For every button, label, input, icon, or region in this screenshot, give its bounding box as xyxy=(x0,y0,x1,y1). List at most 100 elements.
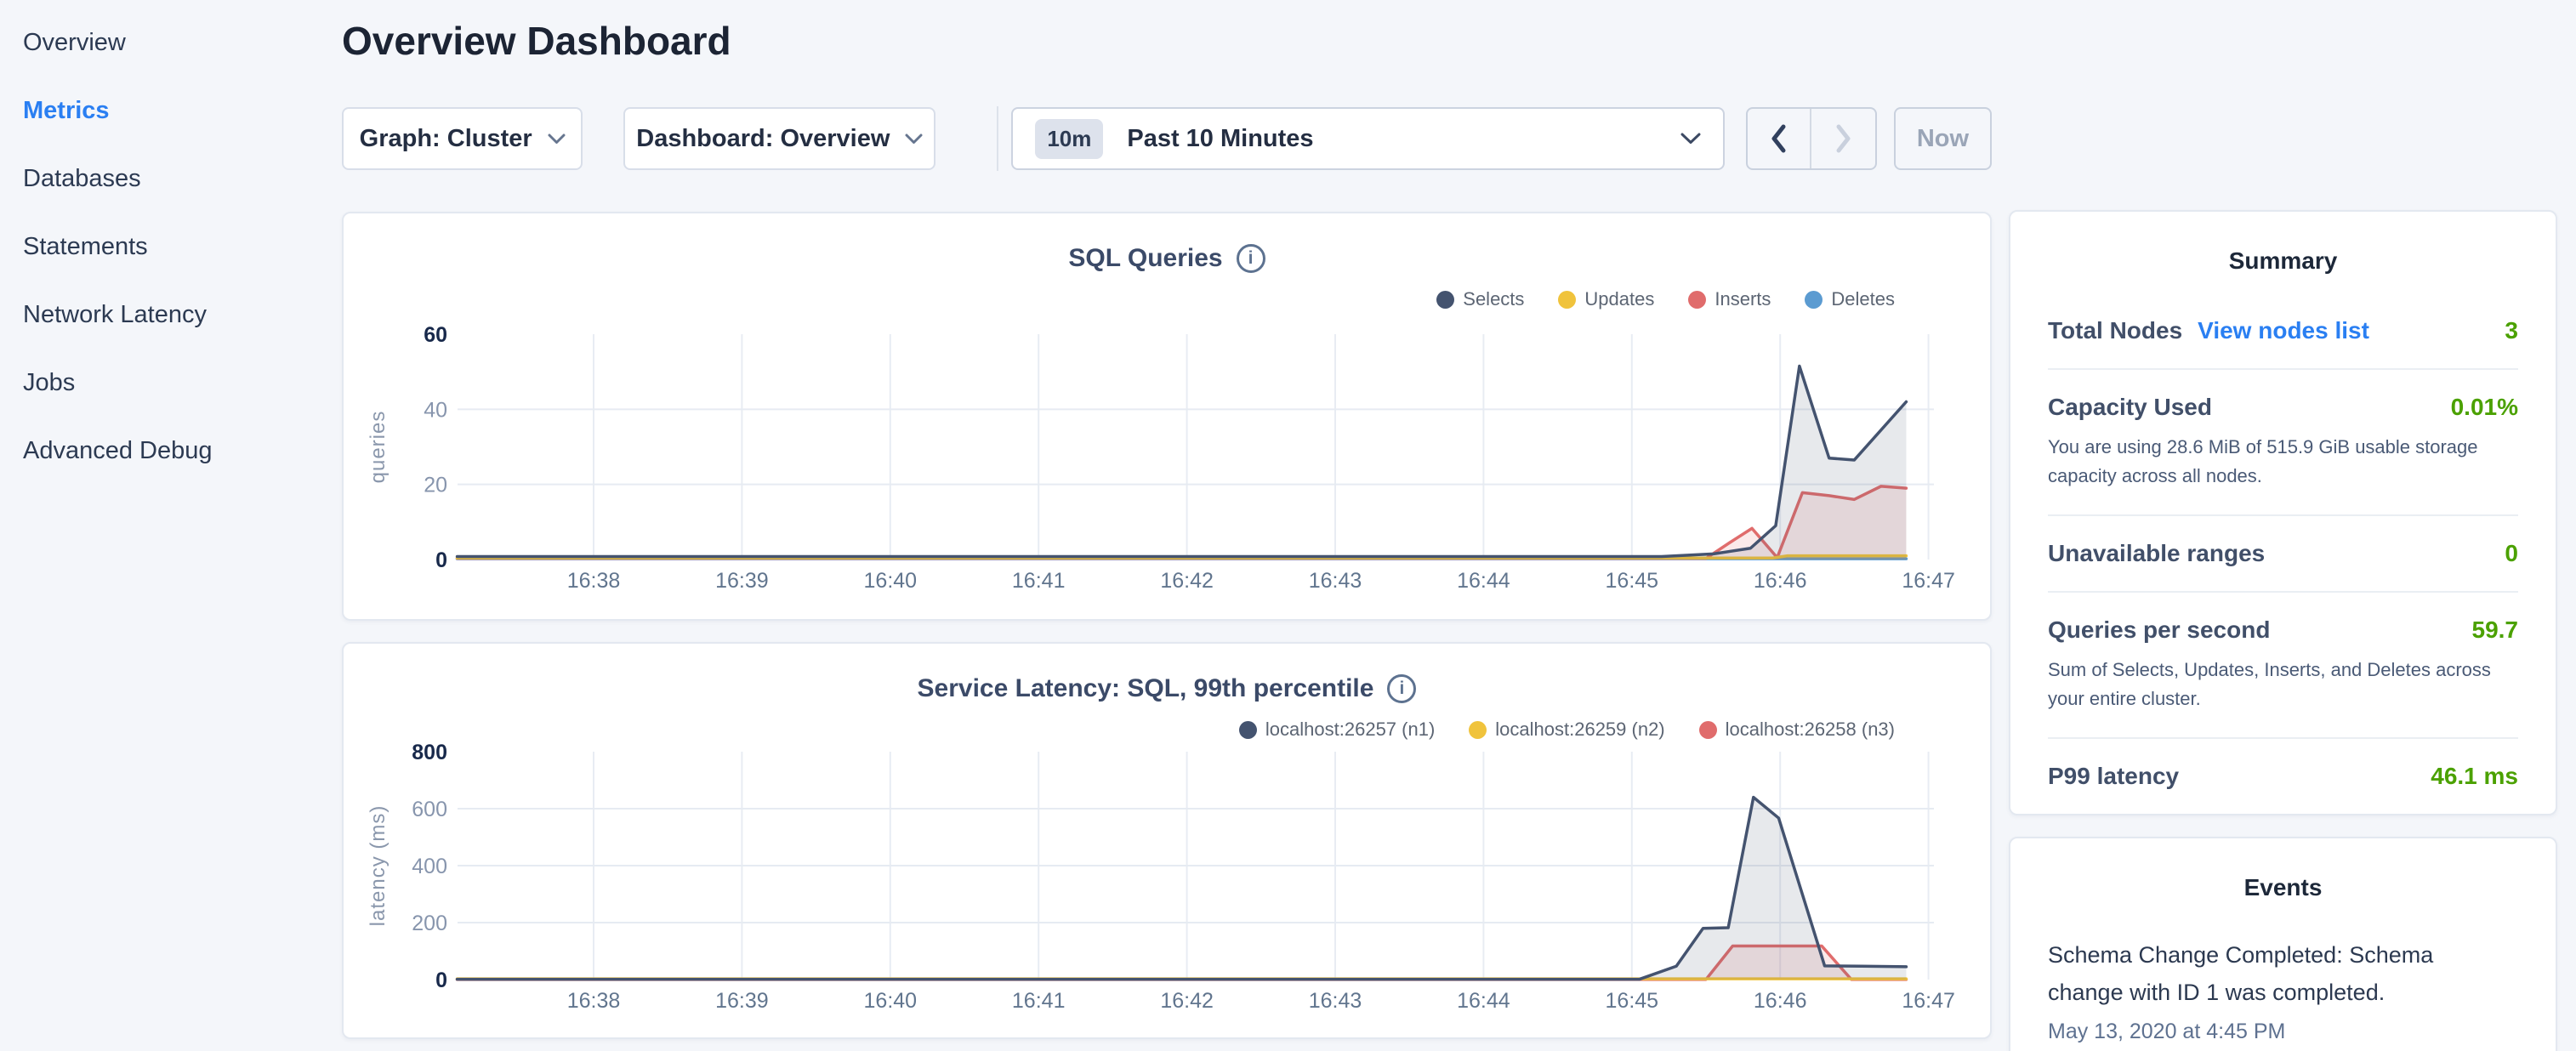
page-title: Overview Dashboard xyxy=(342,14,1992,68)
graph-dropdown-label: Graph: Cluster xyxy=(360,125,532,153)
chevron-down-icon xyxy=(548,134,566,145)
y-tick-label: 40 xyxy=(424,398,447,422)
sidebar-item-advanced-debug[interactable]: Advanced Debug xyxy=(23,417,342,485)
summary-value: 46.1 ms xyxy=(2431,763,2518,790)
now-button[interactable]: Now xyxy=(1894,107,1992,170)
info-icon[interactable]: i xyxy=(1237,244,1265,273)
legend-dot-icon xyxy=(1699,721,1717,739)
events-title: Events xyxy=(2048,874,2518,901)
x-tick-label: 16:41 xyxy=(1012,569,1066,593)
legend-dot-icon xyxy=(1436,291,1454,309)
event-timestamp: May 13, 2020 at 4:45 PM xyxy=(2048,1020,2518,1044)
legend-label: Selects xyxy=(1463,288,1524,310)
summary-label: P99 latency xyxy=(2048,763,2179,790)
legend-item: localhost:26258 (n3) xyxy=(1699,719,1895,741)
time-window-badge: 10m xyxy=(1035,119,1103,159)
summary-value: 3 xyxy=(2505,317,2518,344)
x-tick-label: 16:43 xyxy=(1309,989,1362,1013)
y-axis-title: queries xyxy=(367,411,390,484)
time-window-dropdown[interactable]: 10m Past 10 Minutes xyxy=(1011,107,1725,170)
chart-header: SQL Queries i xyxy=(344,244,1990,273)
summary-value: 0.01% xyxy=(2451,394,2518,421)
x-tick-label: 16:39 xyxy=(715,569,769,593)
sidebar-item-jobs[interactable]: Jobs xyxy=(23,349,342,417)
x-tick-label: 16:39 xyxy=(715,989,769,1013)
x-tick-label: 16:45 xyxy=(1606,989,1659,1013)
summary-row: Unavailable ranges 0 xyxy=(2048,514,2518,591)
right-sidebar: Summary Total Nodes View nodes list 3 Capac… xyxy=(2009,0,2557,1051)
legend-dot-icon xyxy=(1558,291,1576,309)
chevron-down-icon xyxy=(905,134,923,145)
y-tick-label: 600 xyxy=(412,798,447,821)
y-tick-label: 0 xyxy=(435,969,447,992)
legend-label: Updates xyxy=(1584,288,1654,310)
y-tick-label: 400 xyxy=(412,855,447,878)
x-tick-label: 16:44 xyxy=(1457,569,1510,593)
legend-dot-icon xyxy=(1805,291,1823,309)
chart-card-sql-queries: SQL Queries i Selects Updates Inserts Deletes… xyxy=(342,212,1992,621)
info-icon[interactable]: i xyxy=(1387,674,1416,703)
x-tick-label: 16:45 xyxy=(1606,569,1659,593)
nodes-list-link[interactable]: View nodes list xyxy=(2198,317,2369,344)
chart-legend: Selects Updates Inserts Deletes xyxy=(1436,288,1895,310)
legend-item: Deletes xyxy=(1805,288,1895,310)
legend-item: localhost:26259 (n2) xyxy=(1469,719,1664,741)
controls-bar: Graph: Cluster Dashboard: Overview 10m P… xyxy=(342,106,1992,171)
legend-item: Selects xyxy=(1436,288,1524,310)
summary-value: 0 xyxy=(2505,540,2518,567)
x-tick-label: 16:46 xyxy=(1754,569,1807,593)
chart-header: Service Latency: SQL, 99th percentile i xyxy=(344,674,1990,703)
legend-item: Updates xyxy=(1558,288,1654,310)
time-window-label: Past 10 Minutes xyxy=(1127,125,1313,153)
x-tick-label: 16:41 xyxy=(1012,989,1066,1013)
sidebar-item-metrics[interactable]: Metrics xyxy=(23,77,342,145)
event-message: Schema Change Completed: Schema change w… xyxy=(2048,937,2441,1010)
x-tick-label: 16:40 xyxy=(864,569,918,593)
summary-value: 59.7 xyxy=(2472,616,2519,644)
next-range-button[interactable] xyxy=(1811,109,1875,168)
chart-canvas[interactable]: 020040060080016:3816:3916:4016:4116:4216… xyxy=(344,644,1993,1041)
x-tick-label: 16:46 xyxy=(1754,989,1807,1013)
summary-title: Summary xyxy=(2048,247,2518,275)
main-content: Overview Dashboard Graph: Cluster Dashbo… xyxy=(342,0,1992,1051)
summary-label: Total Nodes xyxy=(2048,317,2182,344)
legend-label: Inserts xyxy=(1714,288,1771,310)
legend-label: Deletes xyxy=(1831,288,1895,310)
dashboard-dropdown[interactable]: Dashboard: Overview xyxy=(623,107,935,170)
sidebar-item-overview[interactable]: Overview xyxy=(23,9,342,77)
legend-dot-icon xyxy=(1469,721,1487,739)
summary-description: Sum of Selects, Updates, Inserts, and De… xyxy=(2048,656,2518,713)
dashboard-dropdown-label: Dashboard: Overview xyxy=(636,125,890,153)
y-tick-label: 20 xyxy=(424,474,447,497)
y-tick-label: 200 xyxy=(412,912,447,935)
sidebar-item-network-latency[interactable]: Network Latency xyxy=(23,281,342,349)
chevron-left-icon xyxy=(1770,123,1788,154)
summary-label: Unavailable ranges xyxy=(2048,540,2265,567)
y-tick-label: 60 xyxy=(424,323,447,347)
chart-legend: localhost:26257 (n1) localhost:26259 (n2)… xyxy=(1239,719,1895,741)
graph-dropdown[interactable]: Graph: Cluster xyxy=(342,107,583,170)
event-item[interactable]: Schema Change Completed: Schema change w… xyxy=(2048,937,2518,1043)
summary-description: You are using 28.6 MiB of 515.9 GiB usab… xyxy=(2048,433,2518,491)
prev-range-button[interactable] xyxy=(1748,109,1811,168)
chart-title: Service Latency: SQL, 99th percentile xyxy=(918,674,1374,703)
sidebar-item-statements[interactable]: Statements xyxy=(23,213,342,281)
summary-label: Queries per second xyxy=(2048,616,2270,644)
time-range-pager xyxy=(1746,107,1877,170)
sidebar-nav: OverviewMetricsDatabasesStatementsNetwor… xyxy=(0,0,342,1051)
events-panel: Events Schema Change Completed: Schema c… xyxy=(2009,837,2557,1051)
x-tick-label: 16:44 xyxy=(1457,989,1510,1013)
legend-dot-icon xyxy=(1239,721,1257,739)
sidebar-item-databases[interactable]: Databases xyxy=(23,145,342,213)
chart-canvas[interactable]: 020406016:3816:3916:4016:4116:4216:4316:… xyxy=(344,213,1993,622)
chevron-right-icon xyxy=(1834,123,1852,154)
x-tick-label: 16:47 xyxy=(1902,569,1955,593)
summary-row: P99 latency 46.1 ms xyxy=(2048,737,2518,814)
x-tick-label: 16:42 xyxy=(1160,569,1214,593)
chart-title: SQL Queries xyxy=(1068,244,1222,273)
summary-label: Capacity Used xyxy=(2048,394,2212,421)
x-tick-label: 16:40 xyxy=(864,989,918,1013)
x-tick-label: 16:47 xyxy=(1902,989,1955,1013)
x-tick-label: 16:38 xyxy=(567,569,621,593)
legend-item: localhost:26257 (n1) xyxy=(1239,719,1435,741)
